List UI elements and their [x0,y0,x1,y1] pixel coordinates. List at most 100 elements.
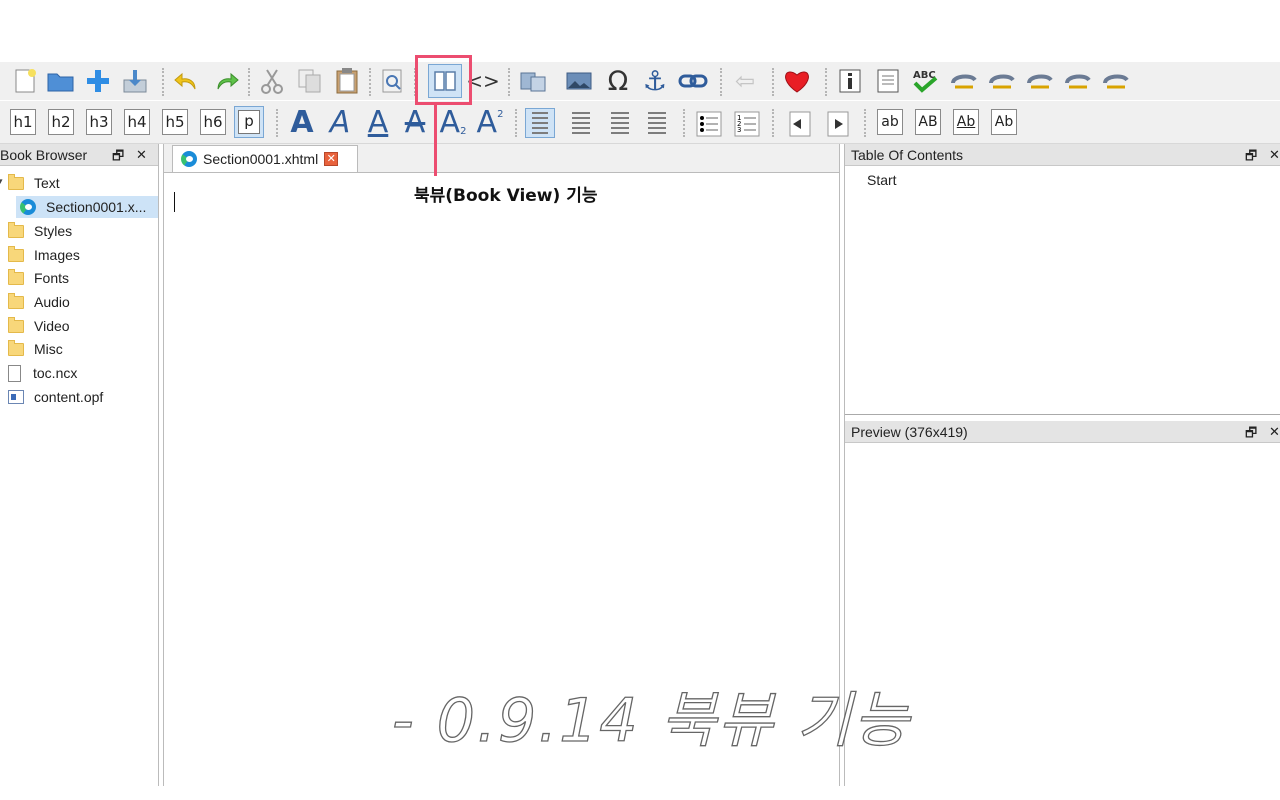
book-browser-title: Book Browser 🗗 ✕ [0,144,158,166]
tree-folder-text[interactable]: Text [8,172,158,194]
report-icon[interactable] [873,66,903,96]
tree-folder-images[interactable]: Images [8,244,158,266]
justify-icon[interactable] [642,108,672,138]
tree-file-content-opf[interactable]: content.opf [8,386,158,408]
paragraph-button[interactable]: p [234,106,264,138]
increase-indent-icon[interactable] [823,109,853,139]
tree-folder-fonts[interactable]: Fonts [8,267,158,289]
redo-icon[interactable] [212,66,242,96]
tree-item-label: Audio [34,294,70,310]
find-replace-icon[interactable] [378,66,408,96]
plugin-5-icon[interactable] [1101,66,1131,96]
book-view-highlight-box [415,55,472,105]
subscript-icon[interactable]: A2 [438,105,468,140]
toc-tree: Start [845,166,1280,415]
insert-image-icon[interactable] [564,66,594,96]
align-left-icon[interactable] [525,108,555,138]
new-file-icon[interactable] [10,66,40,96]
folder-icon [8,173,24,190]
tree-folder-misc[interactable]: Misc [8,338,158,360]
heading-6-button[interactable]: h6 [200,109,226,135]
anchor-icon[interactable]: ⚓ [640,66,670,96]
xhtml-file-icon [20,199,36,215]
strikethrough-icon[interactable]: A [400,105,430,140]
toc-entry-start[interactable]: Start [867,172,897,188]
heart-icon[interactable] [782,66,812,96]
heading-2-button[interactable]: h2 [48,109,74,135]
main-toolbar: <> Ω ⚓ ⇦ ABC [0,62,1280,100]
undo-icon[interactable] [171,66,201,96]
tree-item-label: Styles [34,223,73,239]
toc-title: Table Of Contents 🗗 ✕ [845,144,1280,166]
underline-icon[interactable]: A [363,105,393,140]
heading-1-button[interactable]: h1 [10,109,36,135]
preview-title-text: Preview (376x419) [851,424,968,440]
code-view-icon[interactable]: <> [466,66,500,96]
tree-folder-audio[interactable]: Audio [8,291,158,313]
tree-item-label: toc.ncx [33,365,78,381]
formatting-toolbar: h1 h2 h3 h4 h5 h6 p A A A A A2 A2 123 ab… [0,101,1280,144]
open-folder-icon[interactable] [46,66,76,96]
align-right-icon[interactable] [605,108,635,138]
back-arrow-icon[interactable]: ⇦ [730,66,760,96]
plugin-2-icon[interactable] [987,66,1017,96]
tree-item-label: Fonts [34,270,70,286]
tree-item-label: Video [34,318,70,334]
folder-icon [8,339,24,356]
tree-item-label: Misc [34,341,63,357]
save-icon[interactable] [120,66,150,96]
tree-folder-styles[interactable]: Styles [8,220,158,242]
folder-icon [8,268,24,285]
info-icon[interactable] [835,66,865,96]
copy-icon[interactable] [295,66,325,96]
split-view-icon[interactable] [518,66,548,96]
plugin-4-icon[interactable] [1063,66,1093,96]
tree-folder-video[interactable]: Video [8,315,158,337]
sentence-case-button[interactable]: Ab [953,109,979,135]
close-panel-icon[interactable]: ✕ [1269,424,1280,440]
close-tab-icon[interactable]: ✕ [324,152,339,166]
special-character-icon[interactable]: Ω [603,66,633,96]
numbered-list-icon[interactable]: 123 [732,109,762,139]
bullet-list-icon[interactable] [694,109,724,139]
heading-3-button[interactable]: h3 [86,109,112,135]
paste-icon[interactable] [332,66,362,96]
tree-item-label: Section0001.x... [46,199,147,215]
spellcheck-icon[interactable]: ABC [910,66,940,96]
decrease-indent-icon[interactable] [785,109,815,139]
float-panel-icon[interactable]: 🗗 [112,147,124,169]
xhtml-file-icon [181,151,197,167]
italic-icon[interactable]: A [325,105,355,140]
add-file-icon[interactable] [83,66,113,96]
text-cursor [174,192,175,212]
title-case-button[interactable]: Ab [991,109,1017,135]
collapse-arrow-icon[interactable]: ▾ [0,177,3,187]
folder-icon [8,316,24,333]
heading-4-button[interactable]: h4 [124,109,150,135]
tree-item-label: Text [34,175,60,191]
tree-item-label: content.opf [34,389,104,405]
lowercase-button[interactable]: ab [877,109,903,135]
file-icon [8,364,21,382]
link-icon[interactable] [678,66,708,96]
editor-tab-bar: Section0001.xhtml ✕ [164,144,839,173]
close-panel-icon[interactable]: ✕ [136,147,147,163]
folder-icon [8,221,24,238]
cut-icon[interactable] [257,66,287,96]
svg-text:3: 3 [737,126,741,134]
plugin-3-icon[interactable] [1025,66,1055,96]
heading-5-button[interactable]: h5 [162,109,188,135]
callout-line [434,104,437,176]
align-center-icon[interactable] [566,108,596,138]
book-browser-panel: Book Browser 🗗 ✕ ▾ Text Section0001.x...… [0,144,159,786]
superscript-icon[interactable]: A2 [475,105,505,140]
opf-file-icon [8,390,24,404]
tab-section0001[interactable]: Section0001.xhtml ✕ [172,145,358,172]
plugin-1-icon[interactable] [949,66,979,96]
tree-file-section0001[interactable]: Section0001.x... [16,196,158,218]
tree-file-toc[interactable]: toc.ncx [8,362,158,384]
bold-icon[interactable]: A [287,105,317,140]
folder-icon [8,245,24,262]
close-panel-icon[interactable]: ✕ [1269,147,1280,163]
uppercase-button[interactable]: AB [915,109,941,135]
